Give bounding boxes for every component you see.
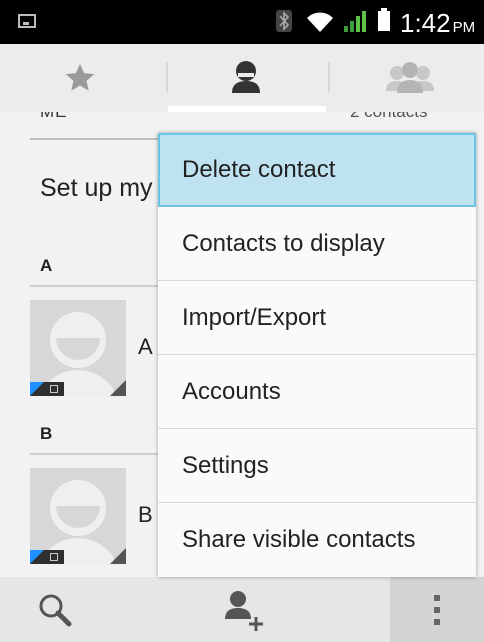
contact-name[interactable]: A	[138, 334, 153, 360]
tab-contacts[interactable]	[166, 44, 326, 112]
section-header-a: A	[40, 256, 53, 275]
star-icon	[65, 63, 95, 91]
me-section-header: ME	[40, 112, 68, 122]
menu-item-accounts[interactable]: Accounts	[158, 355, 476, 429]
contacts-count: 2 contacts	[350, 112, 428, 122]
menu-item-contacts-to-display[interactable]: Contacts to display	[158, 207, 476, 281]
menu-item-delete-contact[interactable]: Delete contact	[158, 133, 476, 207]
person-icon	[232, 61, 260, 93]
account-badge-icon	[30, 382, 64, 396]
wifi-icon	[306, 10, 334, 39]
overflow-popup-menu: Delete contact Contacts to display Impor…	[158, 133, 476, 577]
battery-icon	[378, 8, 390, 31]
menu-item-settings[interactable]: Settings	[158, 429, 476, 503]
menu-item-import-export[interactable]: Import/Export	[158, 281, 476, 355]
quick-contact-corner-icon	[110, 548, 126, 564]
add-contact-button[interactable]	[188, 577, 298, 642]
menu-item-label: Contacts to display	[182, 230, 385, 257]
clock-time: 1:42	[400, 8, 451, 38]
clock-ampm: PM	[452, 19, 476, 36]
overflow-menu-button[interactable]	[390, 577, 484, 642]
account-badge-icon	[30, 550, 64, 564]
bottom-action-bar	[0, 577, 484, 642]
menu-item-label: Share visible contacts	[182, 526, 416, 553]
menu-item-label: Import/Export	[182, 304, 327, 331]
add-contact-icon	[225, 590, 263, 631]
menu-item-label: Settings	[182, 452, 269, 479]
contact-name[interactable]: B	[138, 502, 153, 528]
search-icon	[39, 594, 72, 626]
group-icon	[386, 62, 434, 93]
notification-icon	[18, 14, 36, 28]
clock: 1:42 PM	[400, 8, 475, 39]
setup-profile-item[interactable]: Set up my	[40, 174, 153, 203]
status-bar: 1:42 PM	[0, 0, 484, 44]
menu-item-label: Accounts	[182, 378, 281, 405]
contact-avatar[interactable]	[30, 300, 126, 396]
tab-groups[interactable]	[330, 44, 484, 112]
bluetooth-icon	[276, 10, 292, 32]
menu-item-share-visible-contacts[interactable]: Share visible contacts	[158, 503, 476, 577]
signal-icon	[342, 10, 372, 39]
overflow-menu-icon	[434, 594, 440, 625]
quick-contact-corner-icon	[110, 380, 126, 396]
menu-item-label: Delete contact	[182, 156, 336, 183]
search-button[interactable]	[0, 577, 110, 642]
section-header-b: B	[40, 424, 53, 443]
tab-favorites[interactable]	[0, 44, 160, 112]
contact-avatar[interactable]	[30, 468, 126, 564]
tab-bar	[0, 44, 484, 112]
